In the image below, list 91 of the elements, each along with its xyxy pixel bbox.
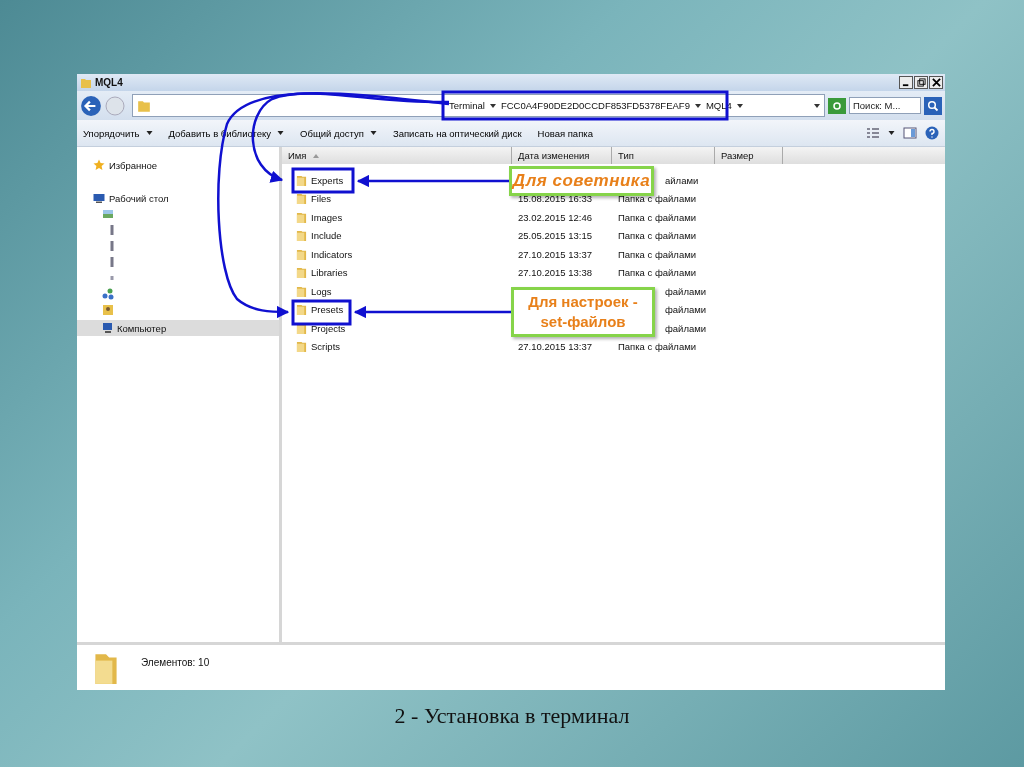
file-name[interactable]: Experts [311,174,344,186]
folder-icon [296,284,307,298]
folder-icon [296,266,307,280]
search-field[interactable]: Поиск: M... [849,97,921,114]
toolbar-button[interactable]: Новая папка [537,127,593,139]
highlight-frame [291,167,355,194]
window-title: MQL4 [95,77,123,88]
date-cell: 27.10.2015 13:38 [518,267,592,279]
toolbar-button[interactable]: Записать на оптический диск [392,127,522,139]
date-cell: 27.10.2015 13:37 [518,341,592,353]
desktop-icon [93,192,105,204]
drive-icon [110,240,114,252]
callout-label: Для настроек - set-файлов [511,287,655,337]
folder-icon [296,340,307,354]
view-options-button[interactable] [866,127,880,139]
folder-icon [296,247,307,261]
file-name[interactable]: Logs [311,285,332,297]
column-header[interactable]: Дата изменения [512,147,612,164]
drive-icon [110,224,114,236]
file-name[interactable]: Presets [311,304,344,316]
item-count: Элементов: 10 [141,657,210,668]
folder-icon [296,303,307,317]
date-cell: 25.05.2015 13:15 [518,230,592,242]
pane-icon [903,127,917,139]
column-header[interactable]: Тип [612,147,715,164]
list-icon [866,127,880,139]
help-button[interactable] [925,126,939,140]
file-name[interactable]: Files [311,193,332,205]
type-cell: файлами [665,285,707,297]
date-cell: 15.08.2015 16:33 [518,193,592,205]
type-cell: Папка с файлами [618,230,696,242]
type-cell: Папка с файлами [618,211,696,223]
caret-icon [814,103,820,108]
file-name[interactable]: Indicators [311,248,353,260]
refresh-icon [831,99,843,112]
user-folder-icon [102,304,114,316]
type-cell: Папка с файлами [618,248,696,260]
search-icon [927,99,939,112]
toolbar-button[interactable]: Упорядочить [83,127,153,139]
computer-icon [101,322,113,334]
toolbar-button[interactable]: Общий доступ [300,127,377,139]
drive-icon [110,256,114,268]
view-dropdown-button[interactable] [888,131,895,135]
folder-icon [296,173,307,187]
restore-icon [916,78,926,87]
file-name[interactable]: Libraries [311,267,348,279]
file-name[interactable]: Include [311,230,342,242]
preview-pane-button[interactable] [903,127,917,139]
caret-icon [736,103,743,108]
file-name[interactable]: Images [311,211,343,223]
sort-arrow-icon [312,153,319,158]
type-cell: Папка с файлами [618,341,696,353]
column-header[interactable]: Размер [715,147,783,164]
date-cell: 27.10.2015 13:37 [518,248,592,260]
caret-icon [694,103,701,108]
caret-icon [489,103,496,108]
star-icon [93,159,105,171]
folder-icon [137,98,151,113]
type-cell: файлами [665,322,707,334]
folder-icon [296,192,307,206]
type-cell: файлами [665,304,707,316]
network-icon [102,288,114,300]
column-header[interactable]: Имя [282,147,512,164]
breadcrumb-item[interactable]: FCC0A4F90DE2D0CCDF853FD5378FEAF9 [500,100,690,111]
back-button[interactable] [80,94,102,117]
help-icon [925,126,939,140]
type-cell: Папка с файлами [618,267,696,279]
type-cell: Папка с файлами [618,193,696,205]
minimize-button[interactable] [899,76,913,89]
folder-icon [80,76,92,89]
sidebar-item[interactable]: Рабочий стол [77,190,279,206]
library-icon [102,208,114,220]
search-button[interactable] [924,96,942,115]
folder-icon [296,210,307,224]
selected-sidebar-item[interactable]: Компьютер [77,320,279,336]
breadcrumb-item[interactable]: Terminal [449,100,485,111]
close-button[interactable] [929,76,943,89]
close-icon [931,78,941,87]
restore-button[interactable] [914,76,928,89]
type-cell: айлами [665,174,699,186]
caret-icon [888,131,895,135]
file-name[interactable]: Projects [311,322,346,334]
callout-label: Для советника [509,166,654,196]
folder-icon [296,229,307,243]
slide-caption: 2 - Установка в терминал [394,703,630,729]
refresh-button[interactable] [828,97,846,114]
circle-icon [105,95,125,116]
file-name[interactable]: Scripts [311,341,341,353]
sidebar-item[interactable]: Избранное [77,157,279,173]
highlight-frame [291,299,352,326]
date-cell: 23.02.2015 12:46 [518,211,592,223]
